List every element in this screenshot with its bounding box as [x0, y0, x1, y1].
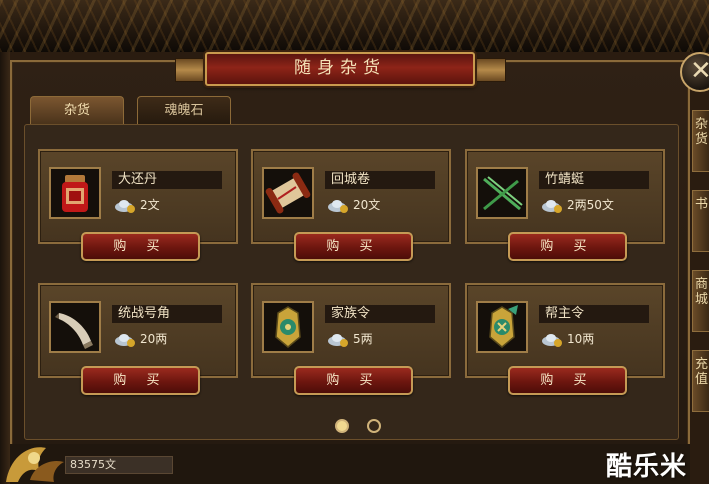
- buy-button[interactable]: 购 买: [508, 232, 627, 261]
- item-name: 帮主令: [539, 305, 649, 323]
- bamboo-dragonfly-icon: [476, 167, 528, 219]
- page-dot-1[interactable]: [335, 419, 349, 433]
- item-price: 2文: [140, 198, 160, 212]
- side-tab-sundries[interactable]: 杂货: [692, 110, 709, 172]
- top-ornament-border: [0, 0, 709, 52]
- guild-leader-token-icon: [476, 301, 528, 353]
- avatar-emblem-icon: [6, 447, 64, 482]
- item-price: 20两: [140, 332, 168, 346]
- item-price: 5两: [353, 332, 373, 346]
- page-dot-2[interactable]: [367, 419, 381, 433]
- item-price: 20文: [353, 198, 381, 212]
- buy-button[interactable]: 购 买: [81, 366, 200, 395]
- silver-ingot-icon: [115, 334, 135, 347]
- item-name: 统战号角: [112, 305, 222, 323]
- item-card: 竹蜻蜓 2两50文 购 买: [465, 149, 665, 261]
- war-horn-icon: [49, 301, 101, 353]
- watermark-logo: 酷乐米: [606, 452, 688, 482]
- item-name: 竹蜻蜓: [539, 171, 649, 189]
- item-name: 家族令: [325, 305, 435, 323]
- silver-ingot-icon: [328, 334, 348, 347]
- side-tab-mall[interactable]: 商城: [692, 270, 709, 332]
- currency-balance: 83575文: [65, 456, 173, 474]
- side-tab-recharge[interactable]: 充值: [692, 350, 709, 412]
- silver-ingot-icon: [328, 200, 348, 213]
- item-card: 大还丹 2文 购 买: [38, 149, 238, 261]
- item-card: 统战号角 20两 购 买: [38, 283, 238, 395]
- buy-button[interactable]: 购 买: [294, 366, 413, 395]
- item-card: 帮主令 10两 购 买: [465, 283, 665, 395]
- silver-ingot-icon: [115, 200, 135, 213]
- side-tab-bar: 杂货 书 商城 充值: [692, 100, 709, 484]
- tab-sundries[interactable]: 杂货: [30, 96, 124, 124]
- buy-button[interactable]: 购 买: [294, 232, 413, 261]
- clan-token-icon: [262, 301, 314, 353]
- scroll-icon: [262, 167, 314, 219]
- buy-button[interactable]: 购 买: [81, 232, 200, 261]
- item-card: 家族令 5两 购 买: [251, 283, 451, 395]
- silver-ingot-icon: [542, 200, 562, 213]
- left-scene-strip: [0, 52, 10, 484]
- side-tab-book[interactable]: 书: [692, 190, 709, 252]
- item-card: 回城卷 20文 购 买: [251, 149, 451, 261]
- window-title: 随身杂货: [205, 52, 475, 86]
- item-name: 回城卷: [325, 171, 435, 189]
- silver-ingot-icon: [542, 334, 562, 347]
- item-name: 大还丹: [112, 171, 222, 189]
- tab-soul-stone[interactable]: 魂魄石: [137, 96, 231, 124]
- close-icon: ✕: [690, 56, 709, 86]
- item-price: 2两50文: [567, 198, 614, 212]
- red-pill-jar-icon: [49, 167, 101, 219]
- buy-button[interactable]: 购 买: [508, 366, 627, 395]
- item-price: 10两: [567, 332, 595, 346]
